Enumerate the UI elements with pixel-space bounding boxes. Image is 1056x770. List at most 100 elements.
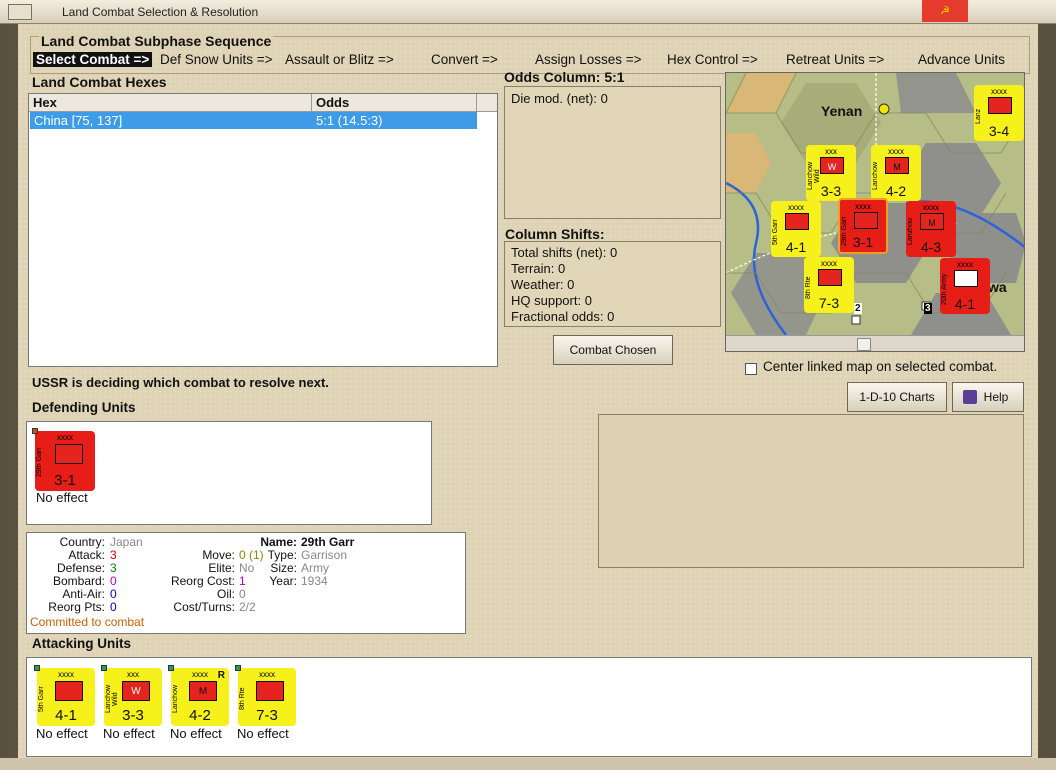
map-counter[interactable]: xxxx Lanzhou M 4-3	[906, 201, 956, 257]
map-horizontal-scrollbar[interactable]	[726, 335, 1024, 351]
unit-symbol-icon: M	[189, 681, 217, 701]
attacking-units-panel: xxxx 5th Garr 4-1 No effect xxx Lanchow Wil…	[26, 657, 1032, 757]
unit-symbol-icon	[785, 213, 809, 230]
attacking-counter[interactable]: xxxx 8th Rte 7-3	[235, 665, 296, 726]
combat-chosen-button[interactable]: Combat Chosen	[553, 335, 673, 365]
column-odds[interactable]: Odds	[312, 94, 477, 111]
map-counter-selected[interactable]: xxxx 29th Garr 3-1	[838, 198, 888, 254]
size-text: xxxx	[788, 203, 804, 212]
cost-value: 2/2	[239, 600, 256, 614]
size-text: xxxx	[57, 433, 73, 442]
year-label: Year:	[269, 574, 297, 588]
map-counter[interactable]: xxxx 20th Army 4-1	[940, 258, 990, 314]
unit-value: 3-3	[820, 183, 842, 199]
title-bar: Land Combat Selection & Resolution ☭	[0, 0, 1056, 24]
map-counter[interactable]: xxxx 5th Garr 4-1	[771, 201, 821, 257]
size-text: xxxx	[991, 87, 1007, 96]
help-button[interactable]: Help	[952, 382, 1024, 412]
center-map-checkbox[interactable]	[745, 363, 757, 375]
hexes-label: Land Combat Hexes	[32, 74, 167, 90]
size-text: xxxx	[821, 259, 837, 268]
result-panel	[598, 414, 1024, 568]
column-shifts-label: Column Shifts:	[505, 226, 605, 242]
cost-label: Cost/Turns:	[173, 600, 235, 614]
unit-value: 4-2	[885, 183, 907, 199]
size-text: xxxx	[888, 147, 904, 156]
effect-text: No effect	[237, 726, 289, 741]
size-text: xxx	[825, 147, 837, 156]
step-retreat: Retreat Units =>	[786, 52, 885, 67]
shift-terrain: Terrain: 0	[511, 261, 566, 276]
unit-symbol-icon	[55, 681, 83, 701]
map-counter[interactable]: xxxx 8th Rte 7-3	[804, 257, 854, 313]
unit-symbol-icon	[988, 97, 1012, 114]
odds-panel: Die mod. (net): 0	[504, 86, 721, 219]
defending-counter[interactable]: xxxx 29th Garr 3-1	[32, 428, 95, 491]
size-text: xxxx	[58, 670, 74, 679]
city-label-yenan: Yenan	[821, 103, 863, 119]
system-menu-button[interactable]	[8, 4, 32, 20]
attacking-counter[interactable]: xxxx 5th Garr 4-1	[34, 665, 95, 726]
map-counter[interactable]: xxxx Lanz 3-4	[974, 85, 1024, 141]
unit-symbol-icon: M	[885, 157, 909, 174]
unit-symbol-icon	[256, 681, 284, 701]
window-title: Land Combat Selection & Resolution	[62, 5, 259, 19]
unit-value: 4-1	[55, 707, 77, 724]
shift-hq: HQ support: 0	[511, 293, 592, 308]
column-hex[interactable]: Hex	[29, 94, 312, 111]
unit-symbol-icon	[954, 270, 978, 287]
unit-value: 4-1	[785, 239, 807, 255]
unit-value: 3-1	[54, 472, 76, 489]
shift-fractional: Fractional odds: 0	[511, 309, 615, 324]
unit-value: 3-1	[852, 234, 874, 250]
effect-text: No effect	[170, 726, 222, 741]
unit-value: 4-1	[954, 296, 976, 312]
reserve-mark: R	[217, 670, 225, 681]
attacking-counter[interactable]: xxxx R Lanchow M 4-2	[168, 665, 229, 726]
linked-map[interactable]: Yenan 2 3 wa xxx Lanchow Wild W 3-3 xxxx Lan…	[725, 72, 1025, 352]
defending-label: Defending Units	[32, 400, 136, 415]
shift-total: Total shifts (net): 0	[511, 245, 618, 260]
shift-weather: Weather: 0	[511, 277, 575, 292]
unit-detail-panel: Country: Japan Attack: 3 Defense: 3 Bomb…	[26, 532, 466, 634]
table-row[interactable]: China [75, 137] 5:1 (14.5:3)	[30, 112, 477, 129]
size-text: xxxx	[855, 202, 871, 211]
unit-symbol-icon: W	[820, 157, 844, 174]
attacking-counter[interactable]: xxx Lanchow Wild W 3-3	[101, 665, 162, 726]
stack-count: 2	[854, 303, 862, 314]
status-bar	[0, 758, 1056, 770]
effect-text: No effect	[103, 726, 155, 741]
effect-text: No effect	[36, 490, 88, 505]
map-counter[interactable]: xxxx Lanchow M 4-2	[871, 145, 921, 201]
status-text: USSR is deciding which combat to resolve…	[32, 375, 329, 390]
help-label: Help	[983, 390, 1009, 404]
shifts-panel: Total shifts (net): 0 Terrain: 0 Weather…	[504, 241, 721, 327]
odds-column-label: Odds Column: 5:1	[504, 69, 625, 85]
unit-symbol-icon	[818, 269, 842, 286]
unit-value: 4-2	[189, 707, 211, 724]
map-counter[interactable]: xxx Lanchow Wild W 3-3	[806, 145, 856, 201]
scroll-thumb[interactable]	[857, 338, 871, 351]
year-value: 1934	[301, 574, 328, 588]
step-select-combat: Select Combat =>	[33, 52, 153, 67]
step-hex-control: Hex Control =>	[667, 52, 758, 67]
stack-count: 3	[924, 303, 932, 314]
unit-symbol-icon	[55, 444, 83, 464]
center-map-label: Center linked map on selected combat.	[763, 359, 998, 374]
combat-hexes-table[interactable]: Hex Odds China [75, 137] 5:1 (14.5:3)	[28, 93, 498, 367]
book-icon	[963, 390, 977, 404]
step-def-snow: Def Snow Units =>	[160, 52, 273, 67]
unit-symbol-icon: M	[920, 213, 944, 230]
effect-text: No effect	[36, 726, 88, 741]
reorg-label: Reorg Pts:	[48, 600, 105, 614]
table-header: Hex Odds	[29, 94, 497, 112]
dialog-client: Land Combat Subphase Sequence Select Com…	[18, 24, 1038, 758]
unit-symbol-icon	[854, 212, 878, 229]
hex-label-fragment: wa	[988, 279, 1007, 295]
step-convert: Convert =>	[431, 52, 498, 67]
charts-button[interactable]: 1-D-10 Charts	[847, 382, 947, 412]
unit-value: 7-3	[818, 295, 840, 311]
unit-value: 3-3	[122, 707, 144, 724]
close-button[interactable]: ☭	[922, 0, 968, 22]
unit-value: 4-3	[920, 239, 942, 255]
